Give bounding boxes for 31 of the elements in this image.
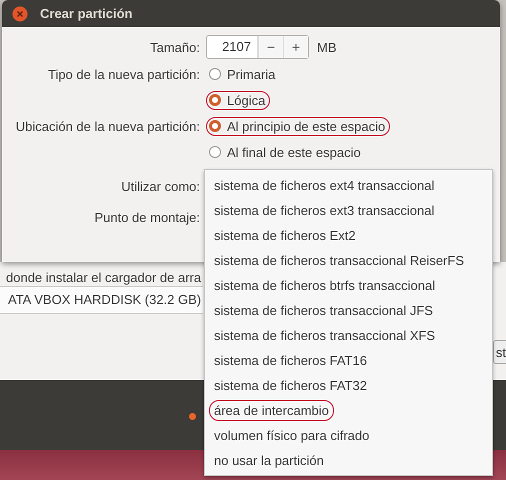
menu-item[interactable]: sistema de ficheros transaccional XFS — [209, 325, 440, 346]
decrement-button[interactable]: − — [258, 36, 283, 58]
menu-item[interactable]: sistema de ficheros FAT16 — [209, 350, 372, 371]
bootloader-label: donde instalar el cargador de arra — [6, 270, 202, 286]
menu-item[interactable]: sistema de ficheros ext4 transaccional — [209, 175, 440, 196]
close-icon[interactable] — [12, 6, 28, 22]
use-as-label: Utilizar como: — [120, 178, 200, 196]
menu-item[interactable]: sistema de ficheros transaccional ReiserFS — [209, 250, 469, 271]
device-dropdown[interactable]: ATA VBOX HARDDISK (32.2 GB) — [0, 286, 203, 314]
radio-option[interactable]: Al final de este espacio — [206, 142, 366, 162]
menu-item[interactable]: volumen físico para cifrado — [209, 425, 374, 446]
radio-option[interactable]: Primaria — [206, 64, 280, 84]
mount-point-label: Punto de montaje: — [93, 209, 200, 227]
radio-option[interactable]: Al principio de este espacio — [206, 116, 390, 136]
menu-item[interactable]: sistema de ficheros transaccional JFS — [209, 300, 438, 321]
size-label: Tamaño: — [149, 40, 200, 54]
window-title: Crear partición — [40, 6, 132, 21]
increment-button[interactable]: + — [283, 36, 308, 58]
menu-item[interactable]: sistema de ficheros FAT32 — [209, 375, 372, 396]
menu-item[interactable]: no usar la partición — [209, 450, 329, 471]
unit-label: MB — [317, 40, 336, 54]
size-spinner[interactable]: 2107 − + — [206, 35, 309, 59]
install-button[interactable]: st — [492, 340, 506, 364]
menu-item[interactable]: sistema de ficheros btrfs transaccional — [209, 275, 440, 296]
menu-item[interactable]: sistema de ficheros ext3 transaccional — [209, 200, 440, 221]
location-label: Ubicación de la nueva partición: — [14, 118, 200, 134]
type-label: Tipo de la nueva partición: — [46, 66, 200, 82]
menu-item[interactable]: área de intercambio — [209, 400, 334, 421]
menu-item[interactable]: sistema de ficheros Ext2 — [209, 225, 361, 246]
radio-option[interactable]: Lógica — [206, 90, 270, 110]
indicator-dot — [189, 413, 196, 420]
